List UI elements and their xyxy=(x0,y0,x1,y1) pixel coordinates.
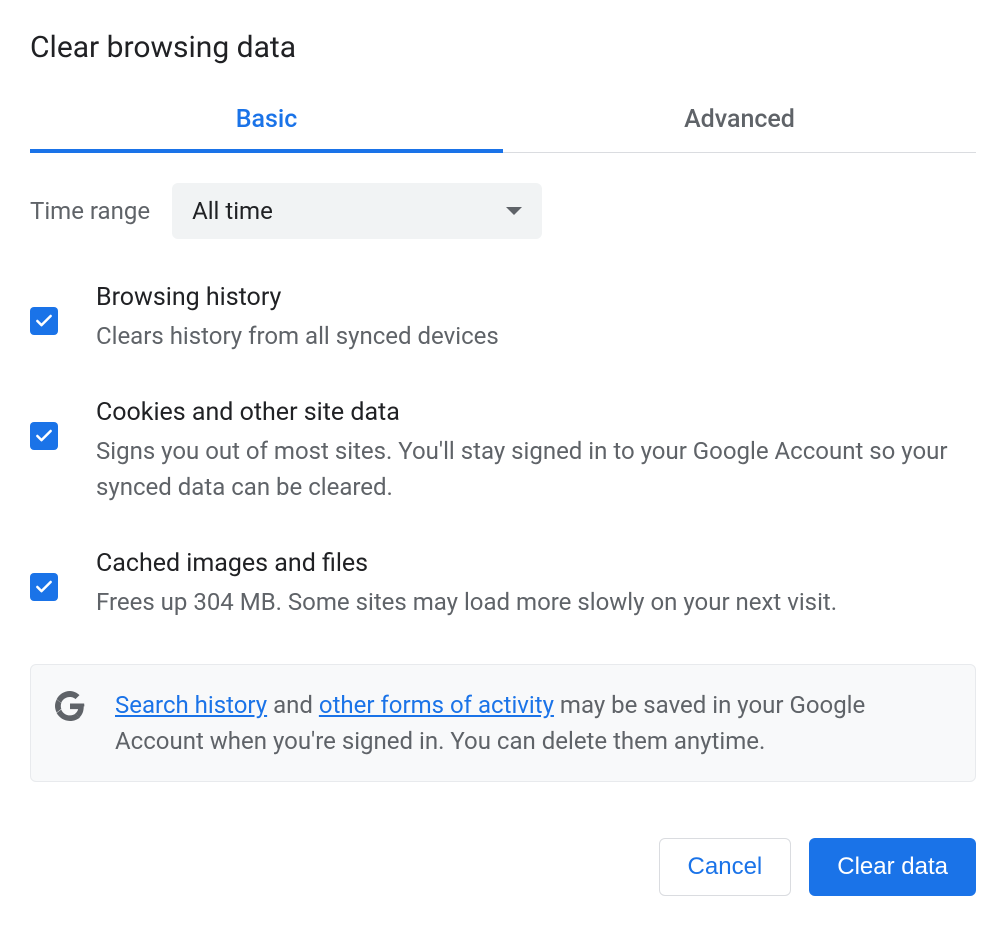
checkbox-browsing-history[interactable] xyxy=(30,307,58,335)
option-desc: Signs you out of most sites. You'll stay… xyxy=(96,433,976,505)
checkmark-icon xyxy=(34,577,54,597)
dialog-buttons: Cancel Clear data xyxy=(30,838,976,896)
option-desc: Frees up 304 MB. Some sites may load mor… xyxy=(96,584,976,620)
time-range-value: All time xyxy=(192,197,273,225)
time-range-row: Time range All time xyxy=(30,183,976,239)
dialog-content: Time range All time Browsing history Cle… xyxy=(30,153,976,896)
clear-browsing-data-dialog: Clear browsing data Basic Advanced Time … xyxy=(0,0,1006,926)
caret-down-icon xyxy=(506,207,522,215)
dialog-title: Clear browsing data xyxy=(30,30,976,65)
checkmark-icon xyxy=(34,311,54,331)
clear-data-button[interactable]: Clear data xyxy=(809,838,976,896)
checkmark-icon xyxy=(34,426,54,446)
info-text: Search history and other forms of activi… xyxy=(115,687,951,759)
option-text: Cookies and other site data Signs you ou… xyxy=(96,398,976,505)
time-range-select[interactable]: All time xyxy=(172,183,542,239)
google-icon xyxy=(55,691,85,721)
option-text: Cached images and files Frees up 304 MB.… xyxy=(96,549,976,620)
tab-advanced[interactable]: Advanced xyxy=(503,89,976,152)
option-cached: Cached images and files Frees up 304 MB.… xyxy=(30,549,976,620)
tabs: Basic Advanced xyxy=(30,89,976,153)
time-range-label: Time range xyxy=(30,197,150,225)
link-search-history[interactable]: Search history xyxy=(115,691,267,719)
option-text: Browsing history Clears history from all… xyxy=(96,283,976,354)
info-mid: and xyxy=(267,691,319,719)
tab-advanced-label: Advanced xyxy=(684,105,795,134)
option-title: Browsing history xyxy=(96,283,976,312)
cancel-button[interactable]: Cancel xyxy=(659,838,792,896)
option-browsing-history: Browsing history Clears history from all… xyxy=(30,283,976,354)
checkbox-cached[interactable] xyxy=(30,573,58,601)
option-desc: Clears history from all synced devices xyxy=(96,318,976,354)
tab-basic-label: Basic xyxy=(236,105,298,134)
option-title: Cached images and files xyxy=(96,549,976,578)
option-cookies: Cookies and other site data Signs you ou… xyxy=(30,398,976,505)
option-title: Cookies and other site data xyxy=(96,398,976,427)
google-info-box: Search history and other forms of activi… xyxy=(30,664,976,782)
link-other-activity[interactable]: other forms of activity xyxy=(319,691,554,719)
tab-basic[interactable]: Basic xyxy=(30,89,503,152)
checkbox-cookies[interactable] xyxy=(30,422,58,450)
